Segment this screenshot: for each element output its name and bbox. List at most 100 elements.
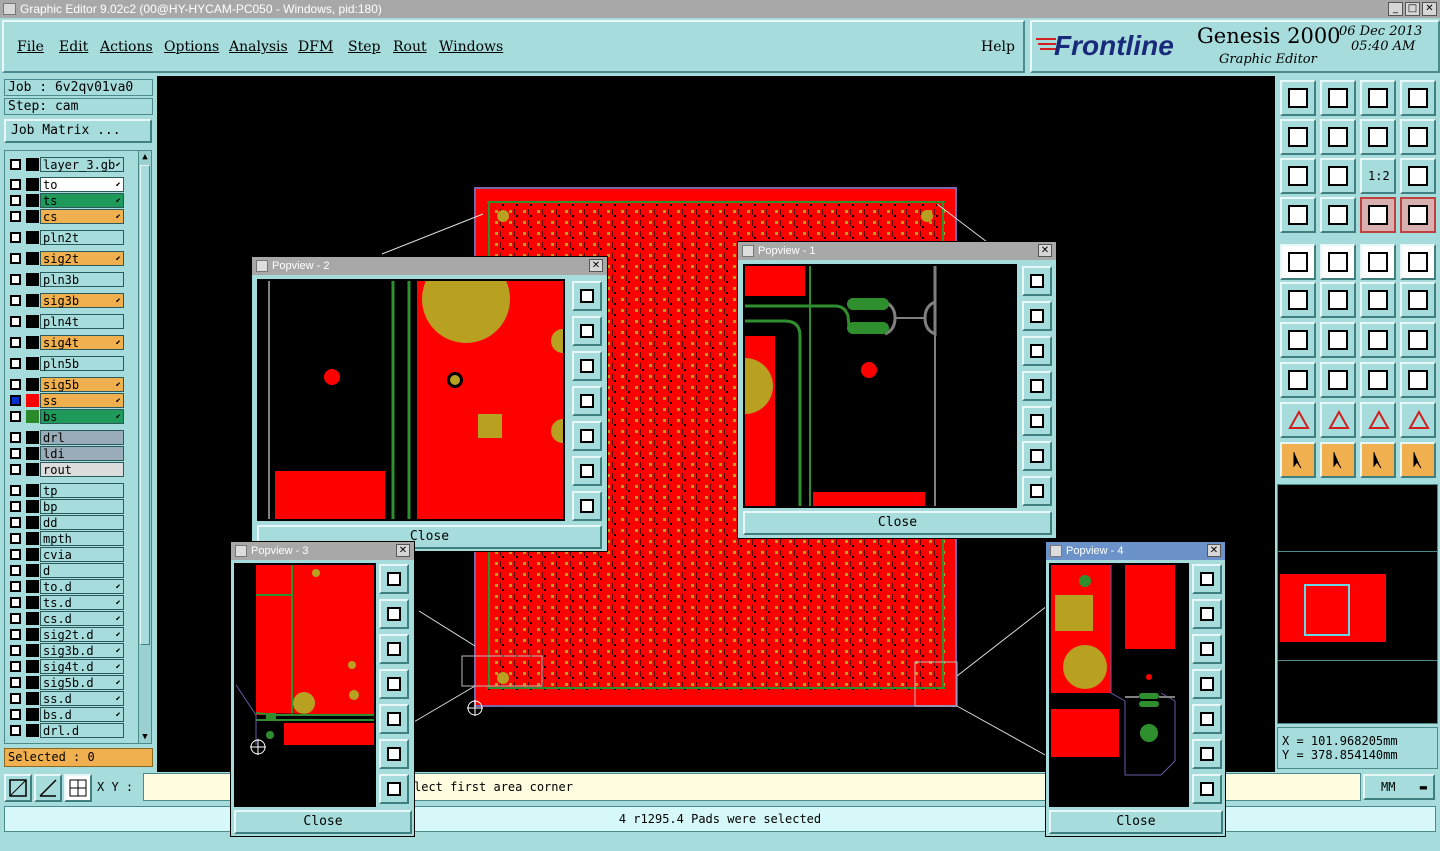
layer-checkbox[interactable] — [10, 253, 21, 264]
layers-sel-button[interactable] — [1360, 197, 1396, 233]
layer-name[interactable]: to ⬋ — [40, 177, 124, 192]
layer-name[interactable]: sig2t ⬋ — [40, 251, 124, 266]
layer-color-swatch[interactable] — [26, 724, 39, 737]
layer-color-swatch[interactable] — [26, 708, 39, 721]
snap-pad-button[interactable] — [1280, 362, 1316, 398]
layer-color-swatch[interactable] — [26, 378, 39, 391]
zoom-out-button[interactable] — [1320, 119, 1356, 155]
layer-name[interactable]: bs ⬋ — [40, 409, 124, 424]
layer-color-swatch[interactable] — [26, 548, 39, 561]
layer-name[interactable]: cs.d ⬋ — [40, 611, 124, 626]
layer-name[interactable]: drl — [40, 430, 124, 445]
layer-color-swatch[interactable] — [26, 431, 39, 444]
zoom-home-button[interactable] — [1280, 80, 1316, 116]
layer-row-ts[interactable]: ts ⬋ — [6, 193, 126, 208]
layer-name[interactable]: bs.d ⬋ — [40, 707, 124, 722]
layer-checkbox[interactable] — [10, 195, 21, 206]
menu-help[interactable]: Help — [981, 39, 1015, 55]
delete-node-button[interactable] — [1320, 282, 1356, 318]
zoom-fit-button[interactable] — [1320, 80, 1356, 116]
layer-checkbox[interactable] — [10, 316, 21, 327]
layer-row-pln4t[interactable]: pln4t — [6, 314, 126, 329]
popview-4-canvas[interactable] — [1049, 563, 1189, 807]
layer-color-swatch[interactable] — [26, 336, 39, 349]
layer-checkbox[interactable] — [10, 179, 21, 190]
layer-row-pln5b[interactable]: pln5b — [6, 356, 126, 371]
popview-3-close-icon[interactable]: ✕ — [396, 544, 410, 557]
popview-3-zoom-tool[interactable] — [379, 564, 409, 594]
layer-row-mpth[interactable]: mpth — [6, 531, 126, 546]
layer-row-dd[interactable]: dd — [6, 515, 126, 530]
layer-checkbox[interactable] — [10, 358, 21, 369]
select-arrow-button[interactable] — [1360, 442, 1396, 478]
layer-name[interactable]: ss.d ⬋ — [40, 691, 124, 706]
units-select[interactable]: MM ▬ — [1363, 774, 1435, 800]
layer-row-cvia[interactable]: cvia — [6, 547, 126, 562]
layer-row-bs-d[interactable]: bs.d ⬋ — [6, 707, 126, 722]
layer-color-swatch[interactable] — [26, 532, 39, 545]
popview-4-zoom-tool[interactable] — [1192, 564, 1222, 594]
layer-name[interactable]: ldi — [40, 446, 124, 461]
layer-checkbox[interactable] — [10, 565, 21, 576]
layer-checkbox[interactable] — [10, 501, 21, 512]
add-node-button[interactable] — [1280, 282, 1316, 318]
popview-1-canvas[interactable] — [743, 264, 1017, 508]
layer-checkbox[interactable] — [10, 629, 21, 640]
scroll-up-arrow-icon[interactable]: ▲ — [140, 151, 150, 163]
draw-line-button[interactable] — [1280, 322, 1316, 358]
layer-row-ss-d[interactable]: ss.d ⬋ — [6, 691, 126, 706]
layer-checkbox[interactable] — [10, 485, 21, 496]
popview-4-pan-left[interactable] — [1192, 669, 1222, 699]
layer-row-ldi[interactable]: ldi — [6, 446, 126, 461]
popview-4-pan-up[interactable] — [1192, 599, 1222, 629]
layer-color-swatch[interactable] — [26, 231, 39, 244]
layer-checkbox[interactable] — [10, 464, 21, 475]
close-window-button[interactable]: ✕ — [1422, 2, 1437, 16]
pan-button[interactable] — [1360, 119, 1396, 155]
layer-color-swatch[interactable] — [26, 516, 39, 529]
layer-name[interactable]: sig4t ⬋ — [40, 335, 124, 350]
layer-color-swatch[interactable] — [26, 500, 39, 513]
overview-viewport[interactable] — [1304, 584, 1350, 636]
layer-name[interactable]: pln2t — [40, 230, 124, 245]
layer-color-swatch[interactable] — [26, 564, 39, 577]
popview-2-zoom-out[interactable] — [572, 491, 602, 521]
layer-checkbox[interactable] — [10, 517, 21, 528]
scrollbar-thumb[interactable] — [140, 165, 150, 645]
layer-row-ss[interactable]: ss ⬋ — [6, 393, 126, 408]
layer-checkbox[interactable] — [10, 725, 21, 736]
layer-name[interactable]: tp — [40, 483, 124, 498]
layer-name[interactable]: ss ⬋ — [40, 393, 124, 408]
layer-color-swatch[interactable] — [26, 596, 39, 609]
popview-2-pan-left[interactable] — [572, 386, 602, 416]
layer-checkbox[interactable] — [10, 337, 21, 348]
popview-4-close-button[interactable]: Close — [1049, 810, 1223, 834]
layer-checkbox[interactable] — [10, 549, 21, 560]
triangle-1-button[interactable] — [1280, 402, 1316, 438]
menu-windows[interactable]: Windows — [439, 39, 503, 55]
popview-3-zoom-out[interactable] — [379, 774, 409, 804]
layer-row-sig5b[interactable]: sig5b ⬋ — [6, 377, 126, 392]
layer-row-sig4t-d[interactable]: sig4t.d ⬋ — [6, 659, 126, 674]
popview-3-pan-up[interactable] — [379, 599, 409, 629]
layer-color-swatch[interactable] — [26, 410, 39, 423]
fit-view-button[interactable] — [1320, 158, 1356, 194]
minimize-button[interactable]: _ — [1388, 2, 1403, 16]
zoom-window-button[interactable] — [1400, 80, 1436, 116]
layer-color-swatch[interactable] — [26, 252, 39, 265]
layer-checkbox[interactable] — [10, 661, 21, 672]
layer-row-sig2t-d[interactable]: sig2t.d ⬋ — [6, 627, 126, 642]
popview-3-pan-down[interactable] — [379, 634, 409, 664]
layer-row-drl[interactable]: drl — [6, 430, 126, 445]
layer-name[interactable]: sig5b ⬋ — [40, 377, 124, 392]
popview-1-close-button[interactable]: Close — [743, 511, 1052, 535]
scroll-down-arrow-icon[interactable]: ▼ — [140, 731, 150, 743]
layer-color-swatch[interactable] — [26, 612, 39, 625]
layer-checkbox[interactable] — [10, 432, 21, 443]
layer-name[interactable]: cvia — [40, 547, 124, 562]
popview-3-pan-right[interactable] — [379, 704, 409, 734]
circle-button[interactable] — [1400, 244, 1436, 280]
layer-list-scrollbar[interactable]: ▲ ▼ — [138, 151, 151, 743]
pan-tool-button[interactable] — [1280, 197, 1316, 233]
layer-color-swatch[interactable] — [26, 644, 39, 657]
